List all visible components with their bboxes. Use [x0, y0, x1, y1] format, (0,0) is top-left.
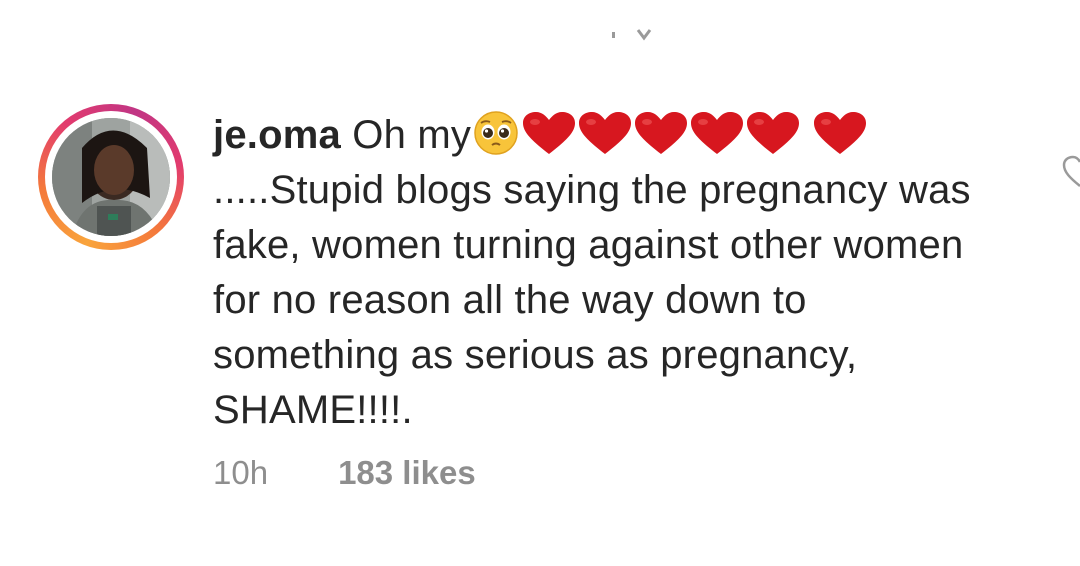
avatar-story-ring[interactable]: [38, 104, 184, 250]
pleading-face-emoji: [471, 110, 521, 156]
red-heart-emoji: [745, 110, 801, 156]
comment-username[interactable]: je.oma: [213, 113, 341, 157]
comment-text: je.oma Oh my .....Stupid blogs saying th…: [213, 108, 1003, 438]
comment-timestamp: 10h: [213, 454, 269, 491]
top-cutoff-text-fragment: [612, 29, 652, 41]
likes-count-link[interactable]: 183 likes: [338, 454, 476, 492]
comment-text-start: Oh my: [352, 113, 472, 157]
comment-body: je.oma Oh my .....Stupid blogs saying th…: [213, 108, 1003, 492]
red-heart-emoji: [521, 110, 577, 156]
comment-text-rest: .....Stupid blogs saying the pregnancy w…: [213, 168, 971, 432]
red-heart-emoji: [577, 110, 633, 156]
comment-meta: 10h 183 likes: [213, 454, 1003, 492]
red-heart-emoji: [812, 110, 868, 156]
comment-screen: je.oma Oh my .....Stupid blogs saying th…: [0, 0, 1080, 566]
avatar[interactable]: [52, 118, 170, 236]
heart-outline-icon[interactable]: [1058, 150, 1080, 190]
red-heart-emoji: [633, 110, 689, 156]
red-heart-emoji: [689, 110, 745, 156]
